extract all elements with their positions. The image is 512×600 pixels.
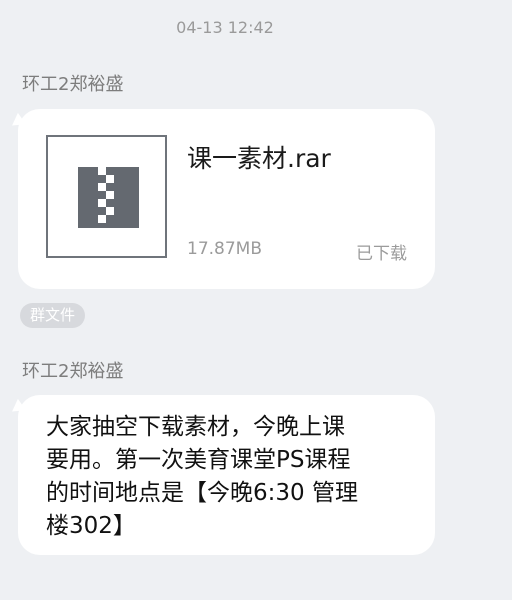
file-message-bubble[interactable]: 课一素材.rar 17.87MB 已下载 [8, 109, 435, 289]
file-name: 课一素材.rar [187, 144, 331, 173]
zipper-icon [98, 167, 114, 223]
group-file-tag[interactable]: 群文件 [20, 303, 86, 328]
sender-name: 环工2郑裕盛 [22, 74, 124, 95]
file-size: 17.87MB [187, 239, 262, 259]
bubble-tail [8, 112, 26, 132]
message-text: 大家抽空下载素材，今晚上课 要用。第一次美育课堂PS课程 的时间地点是【今晚6:… [46, 414, 358, 539]
timestamp: 04-13 12:42 [176, 18, 274, 37]
bubble-tail [8, 398, 26, 418]
text-message-bubble[interactable]: 大家抽空下载素材，今晚上课 要用。第一次美育课堂PS课程 的时间地点是【今晚6:… [8, 395, 435, 555]
sender-name: 环工2郑裕盛 [22, 361, 124, 382]
download-status: 已下载 [356, 244, 407, 264]
zip-archive-icon [46, 135, 167, 258]
